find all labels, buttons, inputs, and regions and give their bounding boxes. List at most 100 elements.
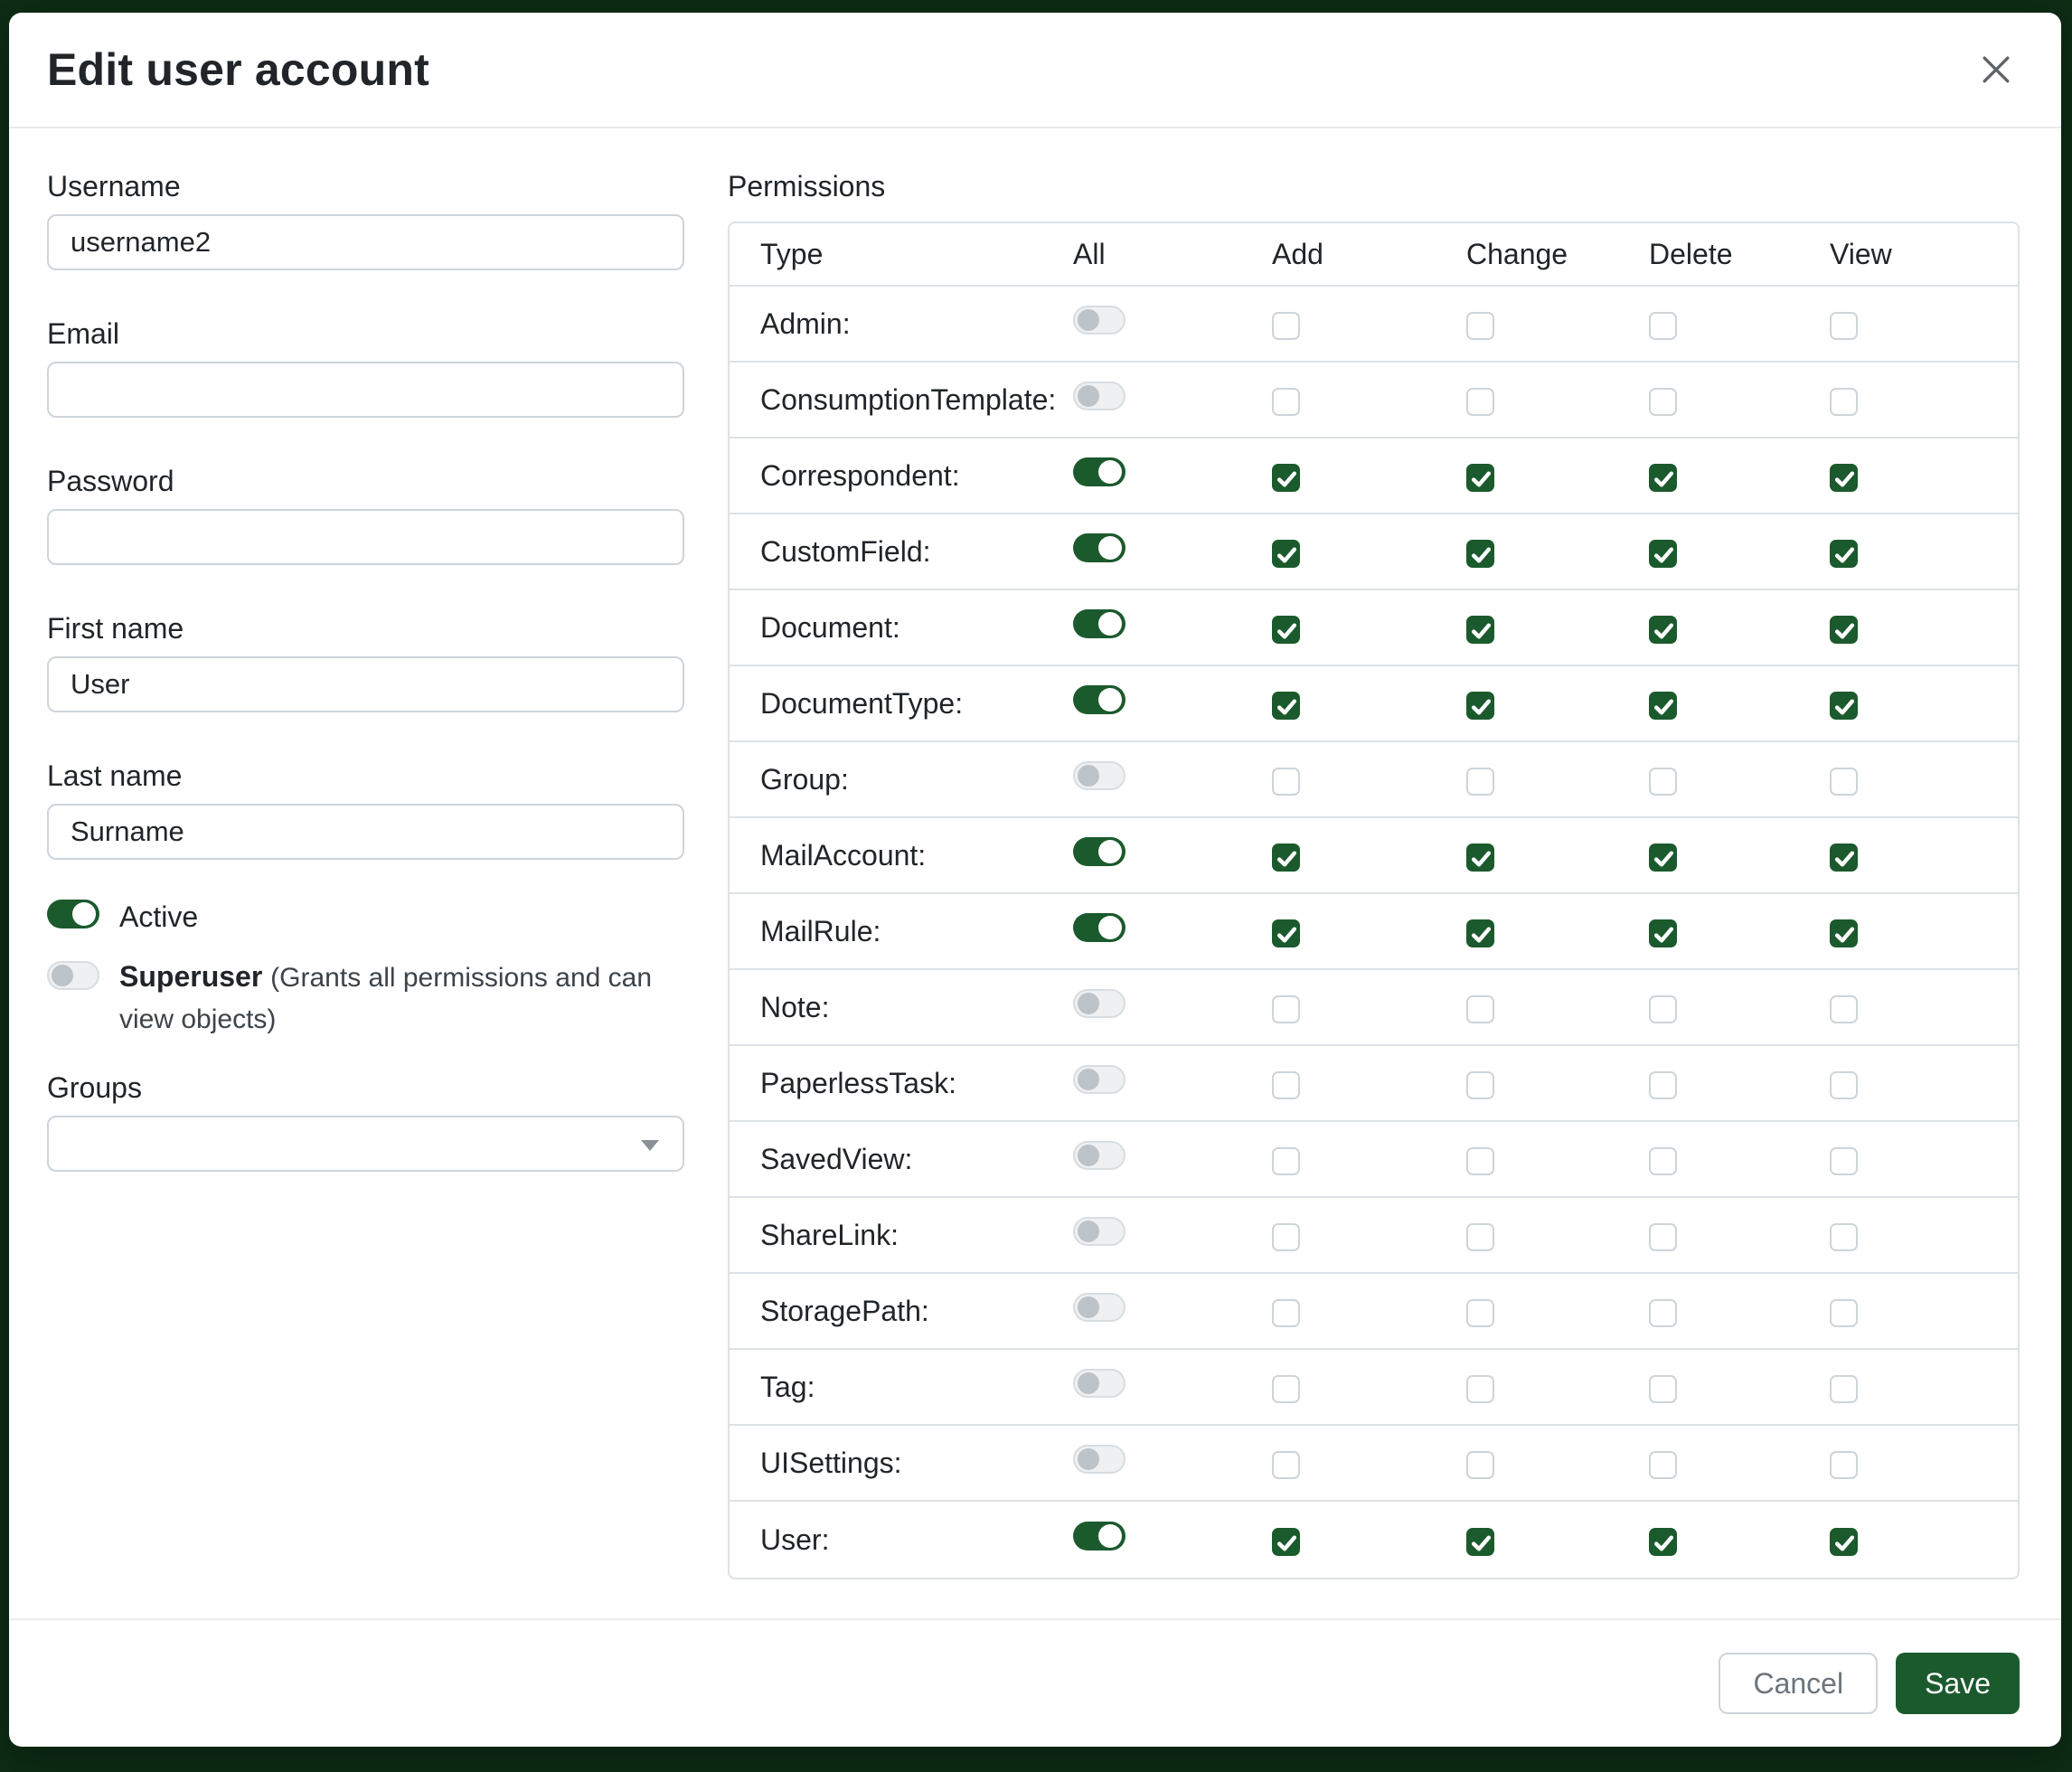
permission-change-checkbox[interactable] (1466, 692, 1494, 720)
permission-view-checkbox[interactable] (1830, 540, 1858, 568)
permission-delete-checkbox[interactable] (1649, 616, 1677, 644)
permission-add-checkbox[interactable] (1272, 1299, 1300, 1327)
permission-change-checkbox[interactable] (1466, 1451, 1494, 1479)
permission-all-toggle[interactable] (1073, 1065, 1125, 1094)
close-button[interactable] (1973, 46, 2020, 93)
permission-view-checkbox[interactable] (1830, 768, 1858, 796)
permission-delete-checkbox[interactable] (1649, 464, 1677, 492)
superuser-toggle[interactable] (47, 961, 99, 990)
permission-view-checkbox[interactable] (1830, 692, 1858, 720)
permission-add-checkbox[interactable] (1272, 1147, 1300, 1175)
permission-delete-checkbox[interactable] (1649, 312, 1677, 340)
permission-change-checkbox[interactable] (1466, 995, 1494, 1023)
permission-all-toggle[interactable] (1073, 761, 1125, 790)
permission-delete-checkbox[interactable] (1649, 540, 1677, 568)
permission-delete-checkbox[interactable] (1649, 919, 1677, 947)
permission-add-checkbox[interactable] (1272, 844, 1300, 872)
permission-change-checkbox[interactable] (1466, 1071, 1494, 1099)
permission-change-checkbox[interactable] (1466, 1299, 1494, 1327)
permission-add-checkbox[interactable] (1272, 388, 1300, 416)
permission-add-checkbox[interactable] (1272, 995, 1300, 1023)
permission-view-checkbox[interactable] (1830, 995, 1858, 1023)
permission-view-checkbox[interactable] (1830, 1299, 1858, 1327)
permission-view-checkbox[interactable] (1830, 312, 1858, 340)
permission-delete-checkbox[interactable] (1649, 844, 1677, 872)
permission-all-toggle[interactable] (1073, 457, 1125, 486)
permission-change-checkbox[interactable] (1466, 844, 1494, 872)
first-name-input[interactable] (47, 656, 684, 712)
permission-view-checkbox[interactable] (1830, 388, 1858, 416)
toggle-knob (1078, 993, 1099, 1014)
permission-add-checkbox[interactable] (1272, 312, 1300, 340)
permission-all-toggle[interactable] (1073, 1217, 1125, 1246)
permission-change-checkbox[interactable] (1466, 464, 1494, 492)
permission-view-checkbox[interactable] (1830, 1451, 1858, 1479)
permission-delete-checkbox[interactable] (1649, 768, 1677, 796)
permission-view-checkbox[interactable] (1830, 464, 1858, 492)
permission-all-toggle[interactable] (1073, 609, 1125, 638)
permission-delete-checkbox[interactable] (1649, 995, 1677, 1023)
check-icon (1467, 541, 1495, 569)
permission-add-checkbox[interactable] (1272, 1528, 1300, 1556)
permission-all-toggle[interactable] (1073, 1293, 1125, 1322)
permission-change-cell (1466, 1122, 1649, 1198)
permission-all-toggle[interactable] (1073, 1522, 1125, 1550)
email-input[interactable] (47, 362, 684, 418)
permission-add-checkbox[interactable] (1272, 464, 1300, 492)
permission-add-checkbox[interactable] (1272, 692, 1300, 720)
permission-all-toggle[interactable] (1073, 1369, 1125, 1398)
last-name-input[interactable] (47, 804, 684, 860)
permission-view-checkbox[interactable] (1830, 1147, 1858, 1175)
active-toggle[interactable] (47, 900, 99, 928)
permission-view-checkbox[interactable] (1830, 616, 1858, 644)
permission-view-checkbox[interactable] (1830, 1528, 1858, 1556)
permission-add-checkbox[interactable] (1272, 919, 1300, 947)
permission-change-checkbox[interactable] (1466, 616, 1494, 644)
permission-change-checkbox[interactable] (1466, 768, 1494, 796)
groups-select[interactable] (47, 1116, 684, 1172)
permission-add-checkbox[interactable] (1272, 1451, 1300, 1479)
permission-all-toggle[interactable] (1073, 913, 1125, 942)
username-input[interactable] (47, 214, 684, 270)
permission-delete-checkbox[interactable] (1649, 388, 1677, 416)
permission-add-checkbox[interactable] (1272, 768, 1300, 796)
permission-delete-checkbox[interactable] (1649, 1375, 1677, 1403)
permission-all-toggle[interactable] (1073, 1141, 1125, 1170)
password-input[interactable] (47, 509, 684, 565)
permission-change-checkbox[interactable] (1466, 1528, 1494, 1556)
cancel-button[interactable]: Cancel (1719, 1653, 1878, 1714)
permission-delete-checkbox[interactable] (1649, 1299, 1677, 1327)
permission-all-toggle[interactable] (1073, 306, 1125, 335)
permission-add-checkbox[interactable] (1272, 616, 1300, 644)
permission-change-checkbox[interactable] (1466, 388, 1494, 416)
permission-add-checkbox[interactable] (1272, 1071, 1300, 1099)
permission-all-toggle[interactable] (1073, 837, 1125, 866)
permission-delete-checkbox[interactable] (1649, 1223, 1677, 1251)
permission-change-checkbox[interactable] (1466, 540, 1494, 568)
permission-change-checkbox[interactable] (1466, 1223, 1494, 1251)
permission-all-toggle[interactable] (1073, 989, 1125, 1018)
save-button[interactable]: Save (1896, 1653, 2020, 1714)
permission-delete-checkbox[interactable] (1649, 1451, 1677, 1479)
permission-delete-checkbox[interactable] (1649, 692, 1677, 720)
permission-add-checkbox[interactable] (1272, 1223, 1300, 1251)
permission-all-toggle[interactable] (1073, 382, 1125, 410)
permission-add-checkbox[interactable] (1272, 1375, 1300, 1403)
permission-delete-checkbox[interactable] (1649, 1071, 1677, 1099)
permission-change-checkbox[interactable] (1466, 1147, 1494, 1175)
permission-view-checkbox[interactable] (1830, 1223, 1858, 1251)
permission-change-checkbox[interactable] (1466, 1375, 1494, 1403)
permission-view-checkbox[interactable] (1830, 1375, 1858, 1403)
permission-change-checkbox[interactable] (1466, 312, 1494, 340)
permission-view-checkbox[interactable] (1830, 844, 1858, 872)
permission-view-checkbox[interactable] (1830, 919, 1858, 947)
permission-change-checkbox[interactable] (1466, 919, 1494, 947)
permission-all-toggle[interactable] (1073, 685, 1125, 714)
permission-all-toggle[interactable] (1073, 533, 1125, 562)
permission-view-checkbox[interactable] (1830, 1071, 1858, 1099)
permission-all-toggle[interactable] (1073, 1445, 1125, 1474)
permission-delete-checkbox[interactable] (1649, 1528, 1677, 1556)
permission-delete-checkbox[interactable] (1649, 1147, 1677, 1175)
permission-add-checkbox[interactable] (1272, 540, 1300, 568)
active-label: Active (119, 900, 198, 934)
